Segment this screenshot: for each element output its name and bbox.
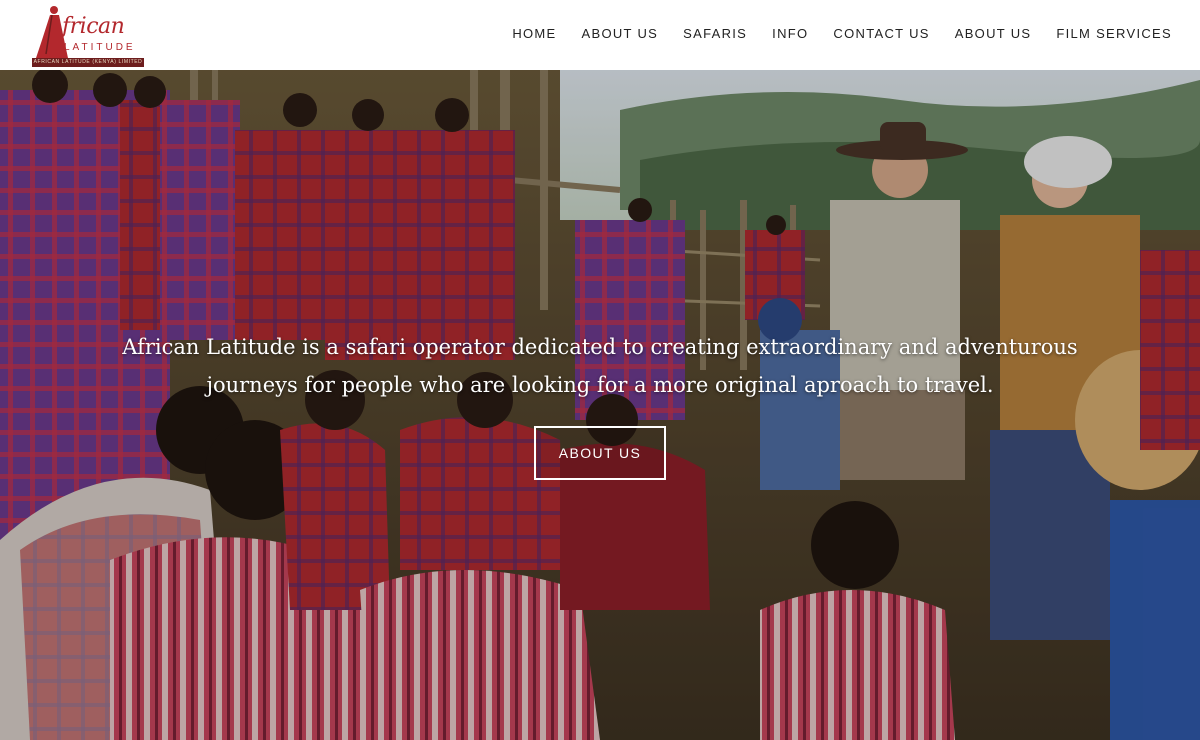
- hero-overlay: [0, 70, 1200, 740]
- logo-company-bar: AFRICAN LATITUDE (KENYA) LIMITED: [32, 58, 144, 67]
- nav-about-us-2[interactable]: ABOUT US: [955, 26, 1032, 41]
- nav-contact-us[interactable]: CONTACT US: [833, 26, 929, 41]
- nav-safaris[interactable]: SAFARIS: [683, 26, 747, 41]
- site-header: frican LATITUDE AFRICAN LATITUDE (KENYA)…: [0, 0, 1200, 70]
- main-nav: HOME ABOUT US SAFARIS INFO CONTACT US AB…: [487, 0, 1172, 66]
- nav-home[interactable]: HOME: [512, 26, 556, 41]
- nav-info[interactable]: INFO: [772, 26, 808, 41]
- logo-subtitle: LATITUDE: [64, 42, 136, 53]
- about-us-button[interactable]: ABOUT US: [534, 426, 666, 480]
- hero-section: African Latitude is a safari operator de…: [0, 70, 1200, 740]
- hero-tagline-line-1: African Latitude is a safari operator de…: [122, 335, 1078, 359]
- hero-tagline: African Latitude is a safari operator de…: [100, 328, 1100, 404]
- nav-film-services[interactable]: FILM SERVICES: [1056, 26, 1172, 41]
- logo[interactable]: frican LATITUDE AFRICAN LATITUDE (KENYA)…: [28, 2, 148, 68]
- hero-tagline-line-2: journeys for people who are looking for …: [206, 373, 994, 397]
- nav-about-us[interactable]: ABOUT US: [582, 26, 659, 41]
- logo-wordmark: frican: [62, 14, 125, 39]
